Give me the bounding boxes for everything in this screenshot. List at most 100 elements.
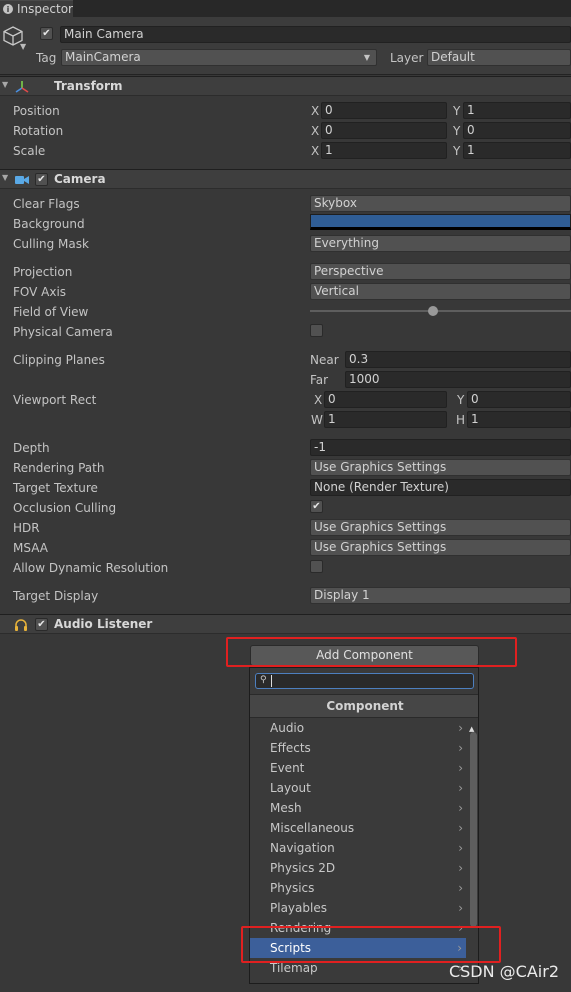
tab-strip [0,0,571,17]
component-category-label: Layout [270,781,311,795]
projection-dropdown[interactable]: Perspective [310,263,571,280]
camera-header[interactable]: ▼ ✔ Camera [0,169,571,189]
icon-dropdown-arrow[interactable]: ▼ [20,42,26,51]
rendering-path-dropdown[interactable]: Use Graphics Settings [310,459,571,476]
component-category-header: Component [250,694,478,718]
background-color-field[interactable] [310,214,571,230]
transform-title: Transform [54,79,123,93]
occlusion-culling-label: Occlusion Culling [13,501,117,515]
camera-title: Camera [54,172,106,186]
fov-axis-dropdown[interactable]: Vertical [310,283,571,300]
component-category-label: Physics 2D [270,861,336,875]
scale-y-field[interactable]: 1 [463,142,571,159]
rotation-x-field[interactable]: 0 [321,122,447,139]
component-search-input[interactable]: ⚲ [255,673,474,689]
info-icon: i [3,4,13,14]
fold-arrow-icon: ▼ [2,80,9,89]
position-y-axis[interactable]: Y [453,104,460,118]
culling-mask-dropdown[interactable]: Everything [310,235,571,252]
transform-header[interactable]: ▼ Transform [0,76,571,96]
transform-icon [15,81,29,93]
object-name-field[interactable]: Main Camera [60,26,571,43]
scale-label: Scale [13,144,46,158]
component-category-item[interactable]: Navigation › [250,838,467,858]
position-y-field[interactable]: 1 [463,102,571,119]
near-field[interactable]: 0.3 [345,351,571,368]
rotation-y-field[interactable]: 0 [463,122,571,139]
chevron-right-icon: › [458,841,463,855]
hdr-dropdown[interactable]: Use Graphics Settings [310,519,571,536]
target-texture-field[interactable]: None (Render Texture) [310,479,571,496]
viewport-w-field[interactable]: 1 [324,411,447,428]
viewport-w-axis[interactable]: W [311,413,323,427]
target-display-dropdown[interactable]: Display 1 [310,587,571,604]
tag-dropdown[interactable]: MainCamera ▼ [61,49,377,66]
far-field[interactable]: 1000 [345,371,571,388]
layer-dropdown[interactable]: Default [427,49,571,66]
viewport-rect-label: Viewport Rect [13,393,97,407]
audio-listener-enabled-checkbox[interactable]: ✔ [35,618,48,631]
chevron-right-icon: › [458,801,463,815]
fold-arrow-icon: ▼ [2,173,9,182]
clear-flags-dropdown[interactable]: Skybox [310,195,571,212]
dynamic-resolution-label: Allow Dynamic Resolution [13,561,169,575]
tab-label: Inspector [17,2,73,16]
position-x-field[interactable]: 0 [321,102,447,119]
chevron-right-icon: › [458,761,463,775]
component-category-item[interactable]: Event › [250,758,467,778]
highlight-box-scripts [241,926,501,963]
viewport-h-field[interactable]: 1 [467,411,571,428]
field-of-view-label: Field of View [13,305,89,319]
far-label[interactable]: Far [310,373,328,387]
component-category-item[interactable]: Playables › [250,898,467,918]
scale-x-field[interactable]: 1 [321,142,447,159]
search-icon: ⚲ [260,675,267,685]
component-category-item[interactable]: Layout › [250,778,467,798]
scale-x-axis[interactable]: X [311,144,319,158]
viewport-x-field[interactable]: 0 [324,391,447,408]
component-category-item[interactable]: Miscellaneous › [250,818,467,838]
clear-flags-label: Clear Flags [13,197,80,211]
rotation-label: Rotation [13,124,64,138]
layer-label: Layer [390,51,424,65]
msaa-dropdown[interactable]: Use Graphics Settings [310,539,571,556]
chevron-right-icon: › [458,721,463,735]
hdr-label: HDR [13,521,40,535]
audio-listener-header[interactable]: ✔ Audio Listener [0,614,571,634]
viewport-h-axis[interactable]: H [456,413,465,427]
chevron-right-icon: › [458,781,463,795]
occlusion-culling-checkbox[interactable]: ✔ [310,500,323,513]
viewport-x-axis[interactable]: X [314,393,322,407]
rotation-x-axis[interactable]: X [311,124,319,138]
position-x-axis[interactable]: X [311,104,319,118]
depth-field[interactable]: -1 [310,439,571,456]
component-category-item[interactable]: Physics 2D › [250,858,467,878]
msaa-label: MSAA [13,541,48,555]
active-checkbox[interactable]: ✔ [40,27,53,40]
rendering-path-label: Rendering Path [13,461,105,475]
component-category-item[interactable]: Mesh › [250,798,467,818]
fov-slider-handle[interactable] [427,306,438,316]
tab-inspector[interactable]: i Inspector [0,0,73,17]
position-label: Position [13,104,60,118]
fov-slider-track[interactable] [310,310,571,312]
background-label: Background [13,217,85,231]
scrollbar-thumb[interactable] [470,732,477,927]
dynamic-resolution-checkbox[interactable] [310,560,323,573]
watermark: CSDN @CAir2 [448,962,559,981]
chevron-right-icon: › [458,821,463,835]
clipping-planes-label: Clipping Planes [13,353,105,367]
audio-listener-title: Audio Listener [54,617,153,631]
viewport-y-field[interactable]: 0 [467,391,571,408]
rotation-y-axis[interactable]: Y [453,124,460,138]
component-category-item[interactable]: Physics › [250,878,467,898]
near-label[interactable]: Near [310,353,339,367]
physical-camera-checkbox[interactable] [310,324,323,337]
viewport-y-axis[interactable]: Y [457,393,464,407]
component-category-item[interactable]: Effects › [250,738,467,758]
layer-value: Default [431,50,475,64]
component-category-item[interactable]: Audio › [250,718,467,738]
camera-enabled-checkbox[interactable]: ✔ [35,173,48,186]
component-category-label: Navigation [270,841,335,855]
scale-y-axis[interactable]: Y [453,144,460,158]
